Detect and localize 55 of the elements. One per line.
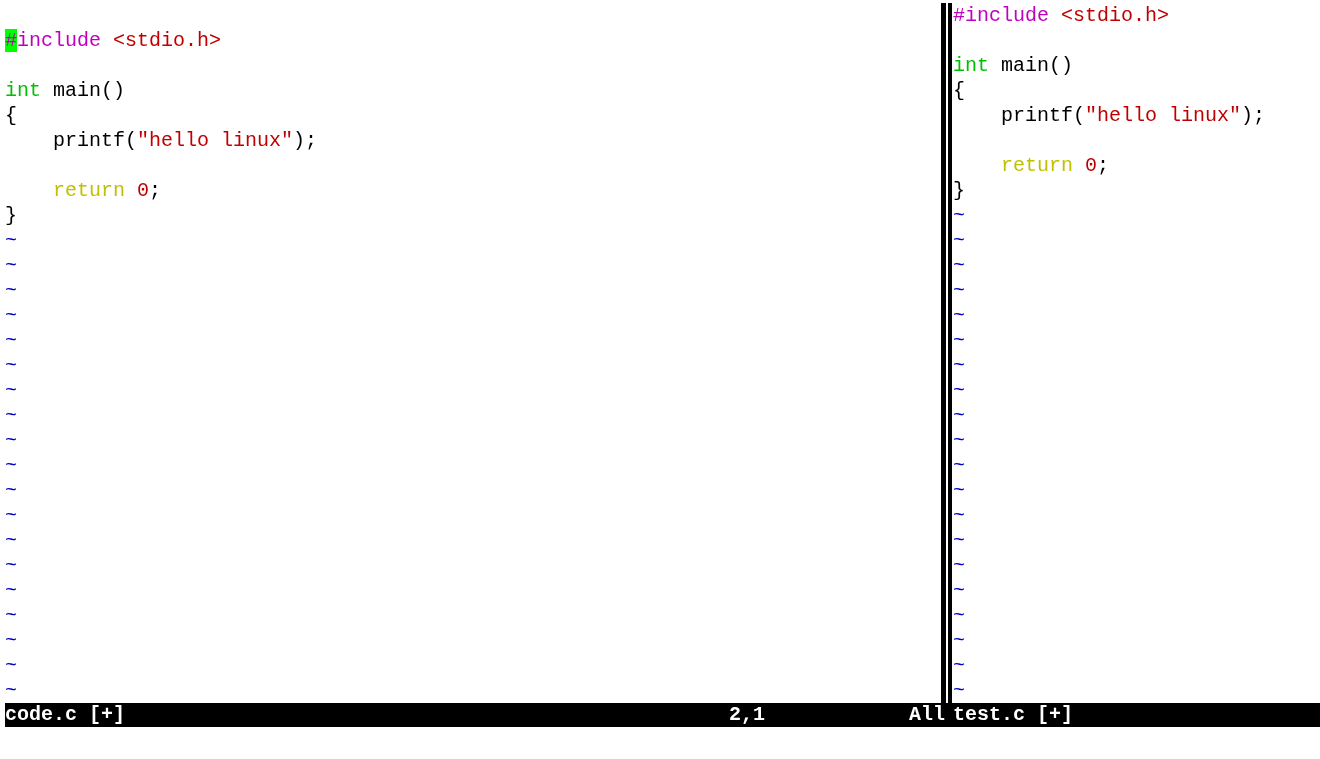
code-line: } <box>953 179 965 202</box>
empty-line-marker: ~ <box>5 229 17 252</box>
empty-line-marker: ~ <box>5 529 17 552</box>
empty-line-marker: ~ <box>953 629 965 652</box>
code-line: printf("hello linux"); <box>1000 104 1266 127</box>
code-line: return 0; <box>52 179 162 202</box>
empty-line-marker: ~ <box>5 354 17 377</box>
empty-line-marker: ~ <box>5 404 17 427</box>
code-line: int main() <box>953 54 1074 77</box>
file-name: test.c [+] <box>953 703 1074 727</box>
code-line: } <box>5 204 17 227</box>
empty-line-marker: ~ <box>953 554 965 577</box>
empty-line-marker: ~ <box>953 204 965 227</box>
empty-line-marker: ~ <box>953 504 965 527</box>
empty-line-marker: ~ <box>953 254 965 277</box>
cursor-position: 2,1 <box>728 703 765 727</box>
empty-line-marker: ~ <box>5 429 17 452</box>
code-line: #include <stdio.h> <box>5 29 222 52</box>
code-line: int main() <box>5 79 126 102</box>
empty-line-marker: ~ <box>953 479 965 502</box>
empty-line-marker: ~ <box>5 254 17 277</box>
empty-line-marker: ~ <box>953 654 965 677</box>
file-name: code.c [+] <box>5 703 126 727</box>
empty-line-marker: ~ <box>5 654 17 677</box>
empty-line-marker: ~ <box>953 529 965 552</box>
empty-line-marker: ~ <box>953 429 965 452</box>
empty-line-marker: ~ <box>5 629 17 652</box>
empty-line-marker: ~ <box>5 329 17 352</box>
empty-line-marker: ~ <box>5 454 17 477</box>
empty-line-marker: ~ <box>953 304 965 327</box>
empty-line-marker: ~ <box>953 329 965 352</box>
empty-line-marker: ~ <box>953 229 965 252</box>
empty-line-marker: ~ <box>953 354 965 377</box>
scroll-position: All <box>909 703 945 727</box>
empty-line-marker: ~ <box>5 504 17 527</box>
code-line: #include <stdio.h> <box>953 4 1170 27</box>
empty-line-marker: ~ <box>953 579 965 602</box>
empty-line-marker: ~ <box>953 454 965 477</box>
empty-line-marker: ~ <box>5 554 17 577</box>
code-line: { <box>953 79 965 102</box>
empty-line-marker: ~ <box>953 679 965 702</box>
empty-line-marker: ~ <box>5 679 17 702</box>
empty-line-marker: ~ <box>5 279 17 302</box>
empty-line-marker: ~ <box>5 479 17 502</box>
empty-line-marker: ~ <box>953 404 965 427</box>
code-line: return 0; <box>1000 154 1110 177</box>
empty-line-marker: ~ <box>5 379 17 402</box>
empty-line-marker: ~ <box>953 604 965 627</box>
code-line: printf("hello linux"); <box>52 129 318 152</box>
empty-line-marker: ~ <box>5 579 17 602</box>
empty-line-marker: ~ <box>953 279 965 302</box>
empty-line-marker: ~ <box>5 604 17 627</box>
empty-line-marker: ~ <box>953 379 965 402</box>
code-line: { <box>5 104 17 127</box>
empty-line-marker: ~ <box>5 304 17 327</box>
